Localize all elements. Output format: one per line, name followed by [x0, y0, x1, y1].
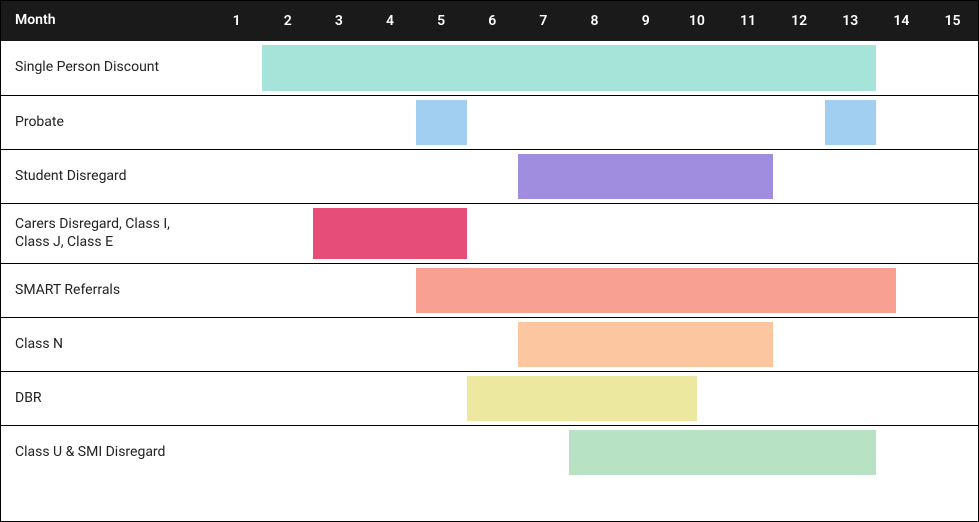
- gantt-row: Class U & SMI Disregard: [1, 425, 978, 479]
- task-bar-area: [211, 372, 978, 425]
- gantt-row: Student Disregard: [1, 149, 978, 203]
- task-bar-area: [211, 96, 978, 149]
- task-bar-area: [211, 426, 978, 479]
- task-label: Single Person Discount: [1, 41, 211, 95]
- task-label: Probate: [1, 96, 211, 149]
- month-tick: 1: [211, 13, 262, 29]
- gantt-row: Probate: [1, 95, 978, 149]
- gantt-row: SMART Referrals: [1, 263, 978, 317]
- month-tick: 5: [416, 13, 467, 29]
- month-tick: 4: [364, 13, 415, 29]
- month-tick: 13: [825, 13, 876, 29]
- month-tick: 11: [722, 13, 773, 29]
- gantt-row: DBR: [1, 371, 978, 425]
- month-tick: 8: [569, 13, 620, 29]
- task-bar: [416, 100, 467, 145]
- gantt-chart: Month 123456789101112131415 Single Perso…: [0, 0, 979, 522]
- gantt-header: Month 123456789101112131415: [1, 1, 978, 41]
- month-tick: 6: [467, 13, 518, 29]
- task-bar: [518, 154, 774, 199]
- gantt-row: Single Person Discount: [1, 41, 978, 95]
- task-bar: [313, 208, 466, 259]
- task-bar: [467, 376, 697, 421]
- task-label: DBR: [1, 372, 211, 425]
- month-tick: 9: [620, 13, 671, 29]
- task-bar: [518, 322, 774, 367]
- month-tick: 12: [774, 13, 825, 29]
- x-axis-label: Month: [1, 12, 211, 30]
- task-label: Student Disregard: [1, 150, 211, 203]
- month-tick: 7: [518, 13, 569, 29]
- task-label: Carers Disregard, Class I, Class J, Clas…: [1, 204, 211, 263]
- month-tick: 2: [262, 13, 313, 29]
- month-tick: 10: [671, 13, 722, 29]
- task-label: SMART Referrals: [1, 264, 211, 317]
- month-ticks: 123456789101112131415: [211, 1, 978, 41]
- task-bar-area: [211, 318, 978, 371]
- task-label: Class U & SMI Disregard: [1, 426, 211, 479]
- month-tick: 15: [927, 13, 978, 29]
- gantt-row: Carers Disregard, Class I, Class J, Clas…: [1, 203, 978, 263]
- task-bar: [569, 430, 876, 475]
- task-label: Class N: [1, 318, 211, 371]
- task-bar-area: [211, 204, 978, 263]
- task-bar-area: [211, 41, 978, 95]
- task-bar-area: [211, 264, 978, 317]
- task-bar: [825, 100, 876, 145]
- task-bar: [262, 45, 876, 91]
- task-bar: [416, 268, 897, 313]
- gantt-rows: Single Person DiscountProbateStudent Dis…: [1, 41, 978, 479]
- task-bar-area: [211, 150, 978, 203]
- month-tick: 3: [313, 13, 364, 29]
- month-tick: 14: [876, 13, 927, 29]
- gantt-row: Class N: [1, 317, 978, 371]
